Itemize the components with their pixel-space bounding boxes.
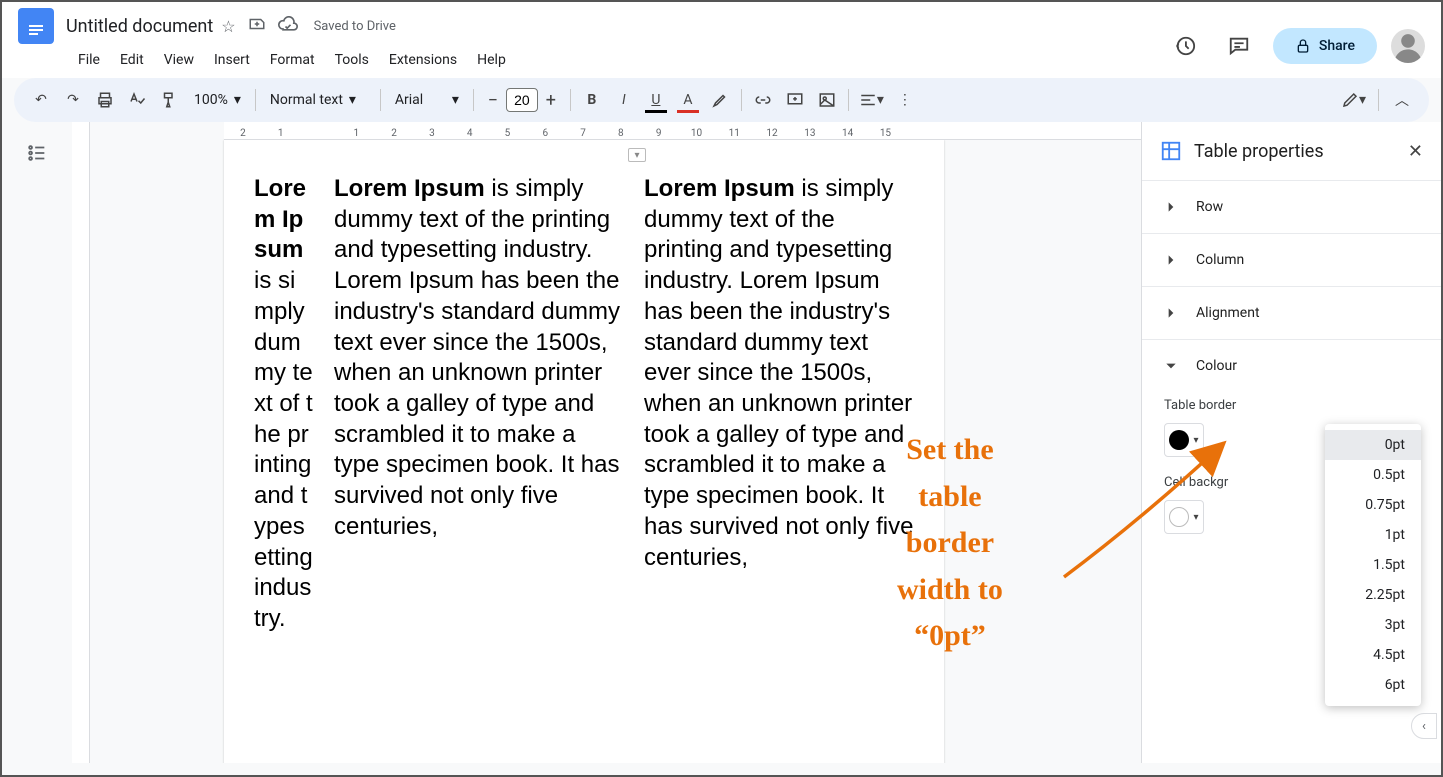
width-option[interactable]: 4.5pt [1325, 640, 1421, 670]
section-colour[interactable]: Colour [1142, 339, 1441, 392]
menu-help[interactable]: Help [469, 48, 514, 72]
menu-tools[interactable]: Tools [327, 48, 377, 72]
chevron-down-icon: ▾ [234, 92, 241, 108]
style-value: Normal text [270, 92, 343, 108]
italic-button[interactable]: I [609, 85, 639, 115]
chevron-down-icon: ▾ [349, 92, 356, 108]
close-icon[interactable]: ✕ [1408, 141, 1423, 162]
panel-title: Table properties [1194, 141, 1324, 162]
chevron-down-icon [1164, 359, 1178, 373]
chevron-down-icon: ▾ [1193, 435, 1198, 446]
toolbar: ↶ ↷ 100% ▾ Normal text ▾ Arial ▾ − + B I… [14, 78, 1429, 122]
document-page[interactable]: Lorem Ipsum is simply dummy text of the … [224, 140, 944, 763]
body-text: is simply dummy text of the printing and… [644, 175, 913, 571]
more-icon[interactable]: ⋮ [890, 85, 920, 115]
menu-edit[interactable]: Edit [112, 48, 152, 72]
collapse-toolbar-icon[interactable]: ︿ [1387, 85, 1417, 115]
chevron-right-icon [1164, 200, 1178, 214]
chevron-right-icon [1164, 253, 1178, 267]
cloud-icon[interactable] [278, 16, 298, 36]
account-avatar[interactable] [1391, 29, 1425, 63]
zoom-dropdown[interactable]: 100% ▾ [186, 85, 249, 115]
bold-button[interactable]: B [577, 85, 607, 115]
font-dropdown[interactable]: Arial ▾ [387, 85, 467, 115]
insert-link-icon[interactable] [748, 85, 778, 115]
decrease-fontsize[interactable]: − [480, 87, 506, 113]
section-alignment[interactable]: Alignment [1142, 286, 1441, 339]
menu-format[interactable]: Format [262, 48, 323, 72]
fontsize-input[interactable] [506, 88, 538, 112]
section-label: Column [1196, 252, 1244, 268]
menu-insert[interactable]: Insert [206, 48, 258, 72]
insert-image-icon[interactable] [812, 85, 842, 115]
width-option[interactable]: 6pt [1325, 670, 1421, 700]
border-width-dropdown: 0pt 0.5pt 0.75pt 1pt 1.5pt 2.25pt 3pt 4.… [1325, 424, 1421, 706]
save-status: Saved to Drive [314, 19, 396, 34]
menu-view[interactable]: View [156, 48, 202, 72]
print-icon[interactable] [90, 85, 120, 115]
style-dropdown[interactable]: Normal text ▾ [262, 85, 374, 115]
lock-icon [1295, 38, 1311, 54]
star-icon[interactable]: ☆ [221, 17, 235, 36]
chevron-right-icon [1164, 306, 1178, 320]
highlight-button[interactable] [705, 85, 735, 115]
insert-comment-icon[interactable] [780, 85, 810, 115]
menu-extensions[interactable]: Extensions [381, 48, 465, 72]
horizontal-ruler: 21123456789101112131415 [224, 122, 1141, 140]
table-properties-panel: Table properties ✕ Row Column Alignment … [1141, 122, 1441, 763]
underline-button[interactable]: U [641, 85, 671, 115]
bold-text: Lorem Ipsum [644, 175, 795, 202]
bold-text: Lorem Ipsum [334, 175, 485, 202]
width-option[interactable]: 0.75pt [1325, 490, 1421, 520]
editing-mode-icon[interactable]: ▾ [1337, 85, 1370, 115]
align-button[interactable]: ▾ [855, 85, 888, 115]
document-title[interactable]: Untitled document [66, 16, 213, 37]
share-button[interactable]: Share [1273, 28, 1377, 64]
table-icon [1160, 140, 1182, 162]
section-label: Alignment [1196, 305, 1260, 321]
table-handle-icon[interactable]: ▾ [628, 148, 646, 162]
table-cell[interactable]: Lorem Ipsum is simply dummy text of the … [634, 170, 924, 639]
section-label: Row [1196, 199, 1223, 215]
redo-icon[interactable]: ↷ [58, 85, 88, 115]
section-label: Colour [1196, 358, 1237, 374]
width-option[interactable]: 0.5pt [1325, 460, 1421, 490]
width-option[interactable]: 1.5pt [1325, 550, 1421, 580]
comments-icon[interactable] [1219, 26, 1259, 66]
spellcheck-icon[interactable] [122, 85, 152, 115]
table-cell[interactable]: Lorem Ipsum is simply dummy text of the … [244, 170, 324, 639]
vertical-ruler [72, 122, 90, 763]
width-option[interactable]: 2.25pt [1325, 580, 1421, 610]
content-table[interactable]: Lorem Ipsum is simply dummy text of the … [244, 170, 924, 639]
width-option[interactable]: 3pt [1325, 610, 1421, 640]
paint-format-icon[interactable] [154, 85, 184, 115]
chevron-down-icon: ▾ [452, 92, 459, 108]
text-color-button[interactable]: A [673, 85, 703, 115]
border-color-swatch[interactable]: ▾ [1164, 423, 1204, 457]
outline-toggle-icon[interactable] [26, 142, 48, 763]
history-icon[interactable] [1165, 26, 1205, 66]
width-option[interactable]: 1pt [1325, 520, 1421, 550]
cell-bg-swatch[interactable]: ▾ [1164, 500, 1204, 534]
menu-file[interactable]: File [70, 48, 108, 72]
section-column[interactable]: Column [1142, 233, 1441, 286]
table-border-label: Table border [1164, 398, 1419, 413]
table-cell[interactable]: Lorem Ipsum is simply dummy text of the … [324, 170, 634, 639]
section-row[interactable]: Row [1142, 180, 1441, 233]
chevron-down-icon: ▾ [1193, 512, 1198, 523]
zoom-value: 100% [194, 92, 228, 108]
side-panel-expand-icon[interactable]: ‹ [1411, 713, 1437, 739]
bold-text: Lorem Ipsum [254, 175, 306, 263]
body-text: is simply dummy text of the printing and… [254, 267, 313, 632]
share-label: Share [1319, 38, 1355, 54]
width-option-0pt[interactable]: 0pt [1325, 430, 1421, 460]
font-value: Arial [395, 92, 423, 108]
increase-fontsize[interactable]: + [538, 87, 564, 113]
body-text: is simply dummy text of the printing and… [334, 175, 620, 540]
docs-logo[interactable] [18, 8, 54, 44]
undo-icon[interactable]: ↶ [26, 85, 56, 115]
move-icon[interactable] [248, 15, 266, 37]
